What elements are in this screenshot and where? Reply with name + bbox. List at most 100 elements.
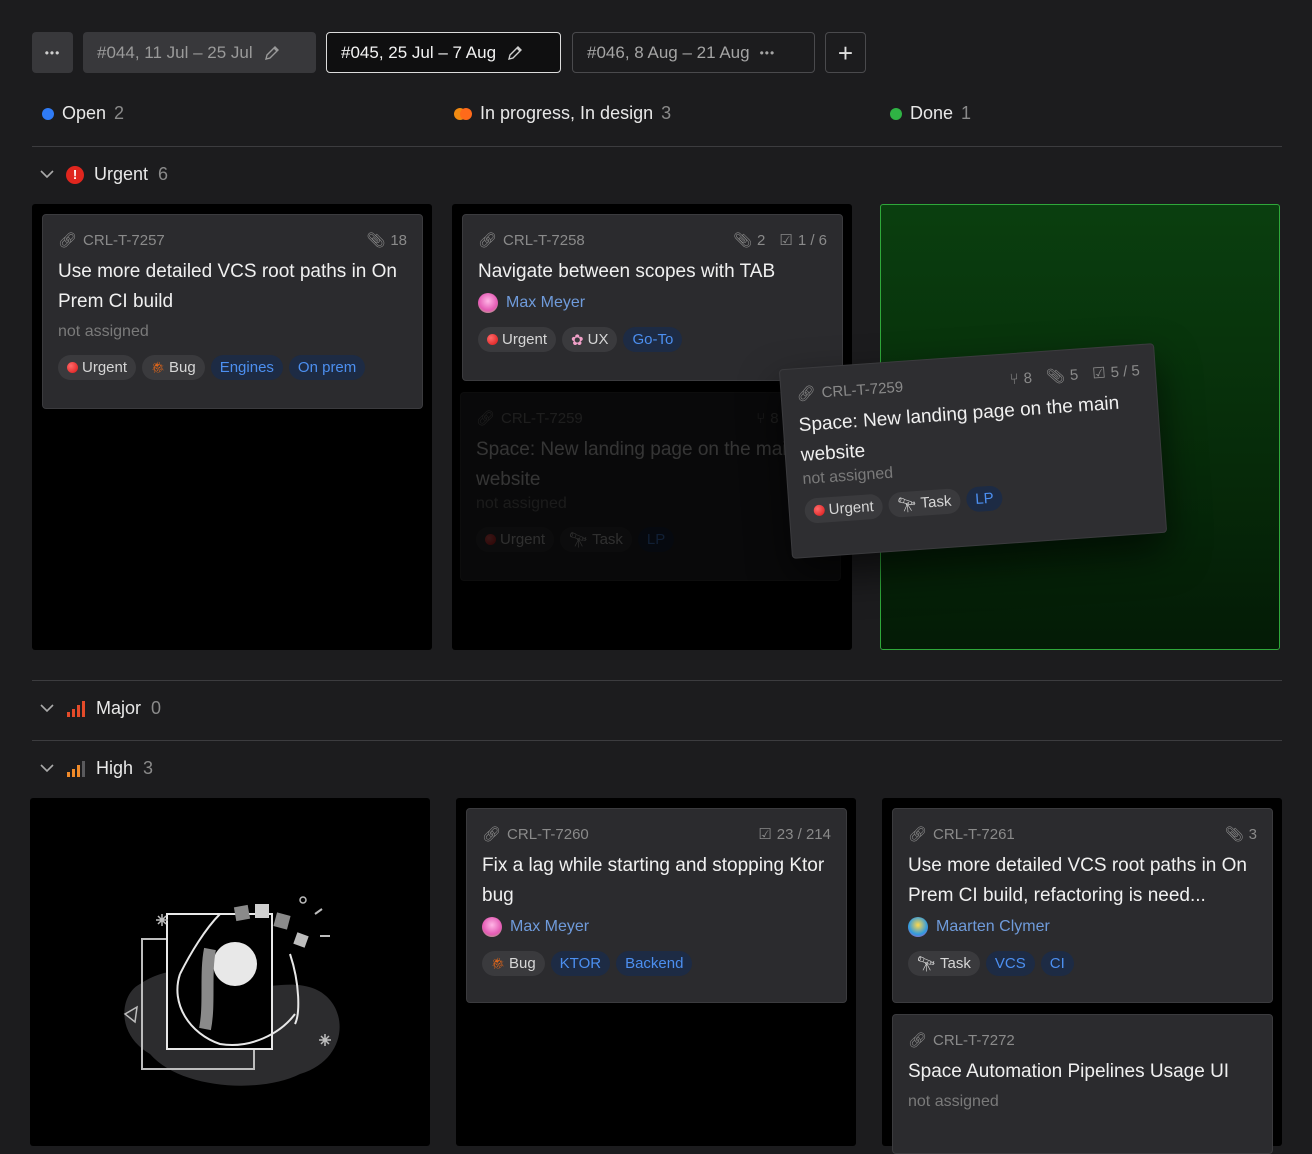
task-card[interactable]: 🔗︎ CRL-T-7260 ☑︎ 23 / 214 Fix a lag while …: [466, 808, 847, 1003]
tag-go-to[interactable]: Go-To: [623, 327, 683, 352]
tag-urgent: Urgent: [476, 527, 555, 552]
tag-ci[interactable]: CI: [1040, 951, 1074, 976]
divider: [32, 680, 1282, 681]
chevron-down-icon[interactable]: [38, 166, 56, 184]
column-label: In progress, In design: [480, 103, 654, 123]
add-sprint-button[interactable]: +: [825, 32, 866, 73]
task-card[interactable]: 🔗︎ CRL-T-7257 📎︎ 18 Use more detailed VCS …: [42, 214, 423, 409]
group-label: High: [96, 758, 134, 778]
chevron-down-icon[interactable]: [38, 760, 56, 778]
link-icon: 🔗︎: [482, 826, 502, 843]
task-id: CRL-T-7261: [933, 825, 1015, 843]
tab-sprint-044[interactable]: #044, 11 Jul – 25 Jul: [83, 32, 316, 73]
divider: [32, 146, 1282, 147]
more-icon[interactable]: •••: [760, 46, 776, 60]
status-dot-icon: [42, 107, 54, 120]
tag-bug[interactable]: 🐞︎ Bug: [142, 355, 205, 380]
column-count: 3: [661, 103, 672, 123]
link-icon: 🔗︎: [476, 410, 496, 427]
tag-urgent[interactable]: Urgent: [58, 355, 137, 380]
task-assignee[interactable]: Max Meyer: [482, 917, 831, 937]
group-high-header[interactable]: High 3: [38, 758, 153, 779]
group-label: Urgent: [94, 164, 149, 184]
paperclip-icon: 📎︎: [732, 232, 753, 249]
branch-icon: ⑂: [1009, 370, 1020, 388]
pencil-icon[interactable]: [263, 44, 281, 62]
tag-task[interactable]: 🔭︎ Task: [887, 488, 962, 518]
checklist-icon: ☑︎: [758, 826, 772, 843]
task-card[interactable]: 🔗︎ CRL-T-7258 📎︎ 2 ☑︎ 1 / 6 Navigate betwee…: [462, 214, 843, 381]
divider: [32, 740, 1282, 741]
telescope-icon: 🔭︎: [897, 495, 918, 514]
link-icon: 🔗︎: [478, 232, 498, 249]
priority-bars-icon: [67, 760, 85, 777]
paperclip-icon: 📎︎: [1045, 367, 1066, 386]
task-title: Use more detailed VCS root paths in On P…: [58, 261, 398, 312]
tag-urgent[interactable]: Urgent: [803, 493, 884, 524]
tag-task: 🔭︎ Task: [560, 527, 632, 552]
bug-icon: 🐞︎: [491, 958, 505, 970]
group-count: 3: [143, 758, 154, 778]
task-id: CRL-T-7259: [501, 409, 583, 427]
group-urgent-header[interactable]: ! Urgent 6: [38, 164, 168, 185]
flower-icon: ✿: [571, 331, 584, 349]
task-assignee[interactable]: Maarten Clymer: [908, 917, 1257, 937]
task-card[interactable]: 🔗︎ CRL-T-7272 Space Automation Pipelines …: [892, 1014, 1273, 1154]
more-options-button[interactable]: •••: [32, 32, 73, 73]
tag-backend[interactable]: Backend: [616, 951, 693, 976]
plus-icon: +: [837, 37, 854, 68]
task-card-dragging[interactable]: 🔗︎ CRL-T-7259 ⑂ 8 📎︎ 5 ☑︎ 5 / 5 Space: New l…: [778, 343, 1168, 559]
checklist-count: 1 / 6: [797, 231, 827, 249]
task-assignee: not assigned: [908, 1093, 999, 1110]
task-assignee[interactable]: Max Meyer: [478, 293, 827, 313]
link-icon: 🔗︎: [908, 1032, 928, 1049]
task-title: Use more detailed VCS root paths in On P…: [908, 855, 1248, 906]
tag-lp: LP: [637, 527, 675, 552]
column-label: Open: [62, 103, 107, 123]
assignee-name: Maarten Clymer: [936, 918, 1050, 935]
tag-task[interactable]: 🔭︎ Task: [908, 951, 980, 976]
link-icon: 🔗︎: [908, 826, 928, 843]
task-card[interactable]: 🔗︎ CRL-T-7261 📎︎ 3 Use more detailed VCS r…: [892, 808, 1273, 1003]
tag-urgent[interactable]: Urgent: [478, 327, 557, 352]
urgent-dot-icon: [485, 534, 496, 545]
checklist-count: 5 / 5: [1110, 361, 1141, 381]
tag-ux[interactable]: ✿ UX: [562, 327, 618, 352]
urgent-icon: !: [66, 165, 84, 184]
status-dot-icon: [454, 107, 472, 120]
column-done: Done 1: [890, 103, 971, 124]
tab-label: #044, 11 Jul – 25 Jul: [97, 42, 253, 62]
tab-sprint-045[interactable]: #045, 25 Jul – 7 Aug: [326, 32, 561, 73]
status-dot-icon: [890, 107, 902, 120]
group-count: 0: [151, 698, 162, 718]
tab-sprint-046[interactable]: #046, 8 Aug – 21 Aug •••: [572, 32, 815, 73]
tag-on-prem[interactable]: On prem: [288, 355, 366, 380]
link-icon: 🔗︎: [796, 384, 817, 404]
assignee-name: Max Meyer: [506, 294, 586, 311]
task-id: CRL-T-7260: [507, 825, 589, 843]
pencil-icon[interactable]: [506, 44, 524, 62]
urgent-dot-icon: [67, 362, 78, 373]
avatar: [478, 293, 498, 313]
tag-ktor[interactable]: KTOR: [550, 951, 611, 976]
attachment-count: 3: [1248, 825, 1257, 843]
tag-bug[interactable]: 🐞︎ Bug: [482, 951, 545, 976]
task-assignee: not assigned: [476, 495, 567, 512]
urgent-dot-icon: [813, 504, 826, 517]
tab-label: #046, 8 Aug – 21 Aug: [587, 42, 750, 62]
checklist-count: 23 / 214: [776, 825, 831, 843]
paperclip-icon: 📎︎: [366, 232, 386, 249]
chevron-down-icon[interactable]: [38, 700, 56, 718]
lane-open-high: [30, 798, 430, 1146]
column-count: 2: [114, 103, 125, 123]
telescope-icon: 🔭︎: [917, 955, 937, 973]
telescope-icon: 🔭︎: [569, 531, 589, 549]
group-major-header[interactable]: Major 0: [38, 698, 161, 719]
branch-count: 8: [770, 409, 779, 427]
task-id: CRL-T-7257: [83, 231, 165, 249]
tag-vcs[interactable]: VCS: [985, 951, 1035, 976]
tag-lp[interactable]: LP: [965, 485, 1004, 513]
attachment-count: 2: [757, 231, 766, 249]
tag-engines[interactable]: Engines: [210, 355, 283, 380]
group-count: 6: [158, 164, 169, 184]
